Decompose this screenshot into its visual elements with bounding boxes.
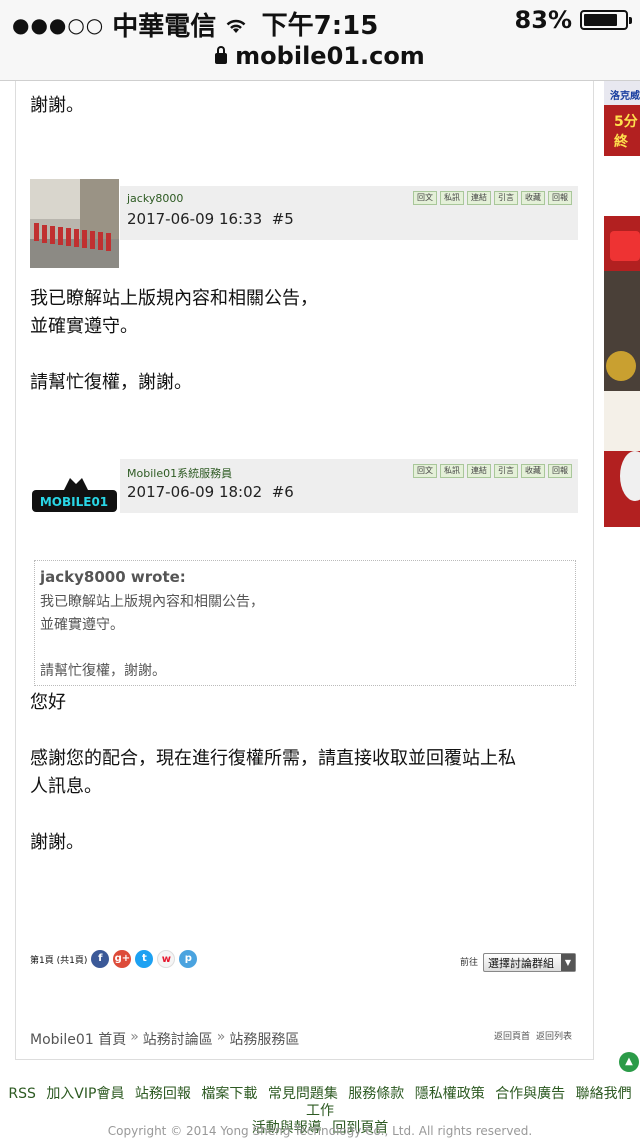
back-to-list-link[interactable]: 返回列表	[536, 1029, 572, 1042]
post-line: 您好	[30, 692, 66, 713]
mobile01-logo-avatar[interactable]: MOBILE01	[30, 460, 119, 530]
quote-button[interactable]: 引言	[494, 191, 518, 205]
url-text: mobile01.com	[235, 42, 425, 70]
post-timestamp: 2017-06-09 18:02	[127, 483, 263, 501]
post-line: 人訊息。	[30, 776, 102, 797]
footer-link-rss[interactable]: RSS	[8, 1086, 36, 1102]
post-header: Mobile01系統服務員 2017-06-09 18:02 #6 回文 私訊 …	[120, 459, 578, 513]
battery-percent: 83%	[514, 6, 572, 34]
author-name[interactable]: jacky8000	[127, 192, 183, 205]
post-actions: 回文 私訊 連結 引言 收藏 回報	[413, 464, 572, 478]
facebook-share-icon[interactable]: f	[91, 950, 110, 968]
footer-link-download[interactable]: 檔案下載	[201, 1086, 257, 1102]
scroll-to-top-button[interactable]: ▲	[619, 1052, 639, 1072]
post-body: 我已瞭解站上版規內容和相關公告， 並確實遵守。 請幫忙復權，謝謝。	[30, 285, 318, 397]
url-display[interactable]: mobile01.com	[0, 42, 640, 70]
quote-text: 我已瞭解站上版規內容和相關公告， 並確實遵守。 請幫忙復權，謝謝。	[40, 591, 264, 683]
ad-badge	[610, 231, 640, 261]
status-bar: ●●●○○ 中華電信 下午7:15 83%	[0, 0, 640, 42]
post-line: 請幫忙復權，謝謝。	[30, 372, 192, 393]
floor-number: #6	[271, 483, 294, 501]
footer-link-privacy[interactable]: 隱私權政策	[415, 1086, 485, 1102]
back-to-top-link[interactable]: 返回頁首	[494, 1029, 530, 1042]
breadcrumb-home[interactable]: Mobile01 首頁	[30, 1029, 126, 1049]
footer-link-contact[interactable]: 聯絡我們	[576, 1086, 632, 1102]
group-select[interactable]: 選擇討論群組 ▼	[483, 953, 576, 972]
link-button[interactable]: 連結	[467, 191, 491, 205]
breadcrumb-separator: »	[130, 1029, 139, 1045]
favorite-button[interactable]: 收藏	[521, 464, 545, 478]
group-select-value: 選擇討論群組	[488, 957, 554, 970]
quote-block: jacky8000 wrote: 我已瞭解站上版規內容和相關公告， 並確實遵守。…	[34, 560, 576, 686]
goto-label: 前往	[460, 958, 479, 968]
ad-text: 5分	[614, 114, 638, 130]
post-body: 您好 感謝您的配合，現在進行復權所需，請直接收取並回覆站上私 人訊息。 謝謝。	[30, 689, 516, 857]
post-timestamp: 2017-06-09 16:33	[127, 210, 263, 228]
plurk-share-icon[interactable]: p	[179, 950, 198, 968]
post-date: 2017-06-09 18:02 #6	[127, 483, 294, 501]
ad-face	[620, 451, 640, 501]
quote-line: 我已瞭解站上版規內容和相關公告，	[40, 594, 264, 610]
ad-lower-panel	[604, 391, 640, 451]
report-button[interactable]: 回報	[548, 191, 572, 205]
breadcrumb: Mobile01 首頁 » 站務討論區 » 站務服務區	[30, 1029, 299, 1049]
back-links: 返回頁首 返回列表	[494, 1029, 572, 1042]
chevron-down-icon: ▼	[561, 954, 575, 971]
quote-line: 並確實遵守。	[40, 617, 124, 633]
quote-author: jacky8000 wrote:	[40, 568, 186, 586]
footer-link-ads[interactable]: 合作與廣告	[495, 1086, 565, 1102]
ad-text: 終	[614, 134, 628, 150]
author-name[interactable]: Mobile01系統服務員	[127, 465, 232, 481]
post-actions: 回文 私訊 連結 引言 收藏 回報	[413, 191, 572, 205]
pagination: 第1頁 (共1頁) f g+ t w p	[30, 950, 198, 968]
ad-banner-panel	[604, 156, 640, 216]
breadcrumb-board[interactable]: 站務服務區	[229, 1029, 299, 1049]
post-line: 我已瞭解站上版規內容和相關公告，	[30, 288, 318, 309]
message-button[interactable]: 私訊	[440, 464, 464, 478]
side-advertisement[interactable]: 洛克威 5分 終	[604, 81, 640, 527]
battery-icon	[580, 10, 632, 30]
googleplus-share-icon[interactable]: g+	[113, 950, 132, 968]
quote-button[interactable]: 引言	[494, 464, 518, 478]
ad-medal-icon	[606, 351, 636, 381]
previous-post-text: 謝謝。	[30, 95, 84, 116]
floor-number: #5	[271, 210, 294, 228]
favorite-button[interactable]: 收藏	[521, 191, 545, 205]
battery-status: 83%	[514, 6, 632, 34]
reply-button[interactable]: 回文	[413, 464, 437, 478]
page-info: 第1頁 (共1頁)	[30, 955, 88, 966]
post-line: 感謝您的配合，現在進行復權所需，請直接收取並回覆站上私	[30, 748, 516, 769]
footer-link-terms[interactable]: 服務條款	[348, 1086, 404, 1102]
footer-link-jobs[interactable]: 工作	[306, 1103, 334, 1119]
lock-icon	[215, 46, 228, 64]
post-date: 2017-06-09 16:33 #5	[127, 210, 294, 228]
breadcrumb-separator: »	[216, 1029, 226, 1045]
report-button[interactable]: 回報	[548, 464, 572, 478]
ad-header: 洛克威	[604, 81, 640, 105]
post-line: 並確實遵守。	[30, 316, 138, 337]
message-button[interactable]: 私訊	[440, 191, 464, 205]
reply-button[interactable]: 回文	[413, 191, 437, 205]
quote-line: 請幫忙復權，謝謝。	[40, 663, 166, 679]
twitter-share-icon[interactable]: t	[135, 950, 154, 968]
address-bar[interactable]: mobile01.com	[0, 40, 640, 81]
breadcrumb-forum[interactable]: 站務討論區	[143, 1029, 213, 1049]
svg-text:MOBILE01: MOBILE01	[40, 495, 108, 509]
footer-link-report[interactable]: 站務回報	[135, 1086, 191, 1102]
footer-link-faq[interactable]: 常見問題集	[268, 1086, 338, 1102]
link-button[interactable]: 連結	[467, 464, 491, 478]
post-header: jacky8000 2017-06-09 16:33 #5 回文 私訊 連結 引…	[120, 186, 578, 240]
post-line: 謝謝。	[30, 832, 84, 853]
avatar[interactable]	[30, 179, 119, 268]
footer-link-vip[interactable]: 加入VIP會員	[46, 1086, 124, 1102]
weibo-share-icon[interactable]: w	[157, 950, 176, 968]
